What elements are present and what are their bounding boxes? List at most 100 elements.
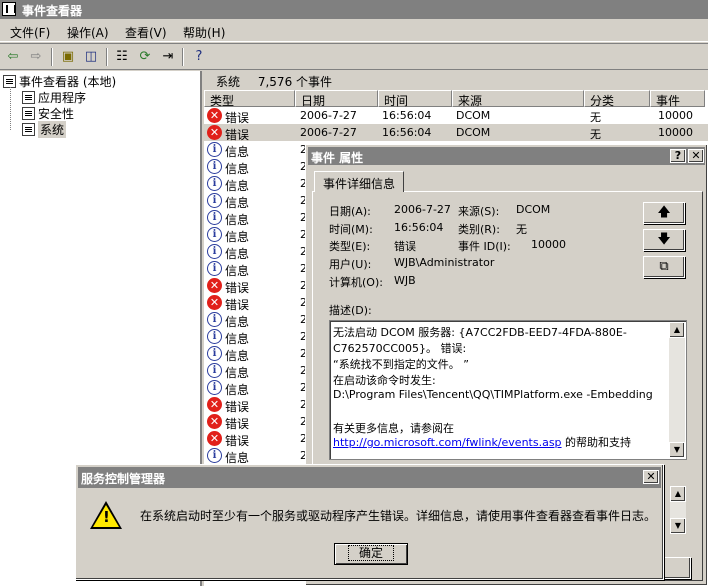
date-label: 日期(A):: [329, 205, 371, 218]
tree-root-label: 事件查看器 (本地): [19, 75, 117, 89]
show-hide-tree-icon[interactable]: ◫: [81, 46, 101, 66]
info-icon: i: [207, 448, 222, 463]
cell-time: 16:56:04: [382, 126, 432, 139]
toolbar: ⇦ ⇨ ▣ ◫ ☷ ⟳ ⇥ ?: [0, 43, 708, 70]
info-icon: i: [207, 363, 222, 378]
log-icon: [22, 91, 35, 104]
computer-label: 计算机(O):: [329, 276, 383, 289]
log-icon: [22, 123, 35, 136]
scroll-up-icon[interactable]: ▲: [669, 322, 685, 338]
info-icon: i: [207, 244, 222, 259]
table-row[interactable]: ✕ 错误 2006-7-27 16:56:04 DCOM 无 10000: [204, 107, 708, 125]
event-id-label: 事件 ID(I):: [458, 240, 511, 253]
tree-item-security[interactable]: 安全性: [22, 105, 74, 122]
column-header-category[interactable]: 分类: [584, 90, 650, 108]
help-icon[interactable]: ?: [189, 46, 209, 66]
info-icon: i: [207, 176, 222, 191]
computer-value: WJB: [394, 274, 416, 287]
menu-bar: 文件(F) 操作(A) 查看(V) 帮助(H): [0, 20, 708, 42]
category-value: 无: [516, 223, 527, 236]
user-value: WJB\Administrator: [394, 256, 495, 269]
column-header-date[interactable]: 日期: [295, 90, 378, 108]
dialog-close-button[interactable]: ✕: [688, 149, 704, 163]
log-icon: [22, 107, 35, 120]
description-link-line: http://go.microsoft.com/fwlink/events.as…: [333, 434, 631, 450]
menu-view[interactable]: 查看(V): [121, 23, 171, 42]
info-icon: i: [207, 329, 222, 344]
description-box[interactable]: 无法启动 DCOM 服务器: {A7CC2FDB-EED7-4FDA-880E-…: [329, 320, 687, 460]
error-icon: ✕: [207, 414, 222, 429]
menu-file[interactable]: 文件(F): [6, 23, 54, 42]
cell-event: 10000: [658, 126, 693, 139]
data-scrollbar[interactable]: ▲ ▼: [670, 486, 686, 534]
tab-event-details[interactable]: 事件详细信息: [314, 171, 404, 192]
description-line: C762570CC005}。 错误:: [333, 342, 467, 355]
copy-event-button[interactable]: ⧉: [643, 256, 685, 278]
description-line: 无法启动 DCOM 服务器: {A7CC2FDB-EED7-4FDA-880E-: [333, 326, 627, 339]
type-value: 错误: [394, 240, 416, 253]
forward-icon[interactable]: ⇨: [26, 46, 46, 66]
info-icon: i: [207, 346, 222, 361]
export-icon[interactable]: ⇥: [158, 46, 178, 66]
pane-log-name: 系统: [216, 75, 241, 89]
previous-event-button[interactable]: 🡅: [643, 202, 685, 224]
pane-event-count: 7,576 个事件: [257, 75, 333, 89]
error-icon: ✕: [207, 125, 222, 140]
source-value: DCOM: [516, 203, 551, 216]
description-line: 在启动该命令时发生:: [333, 374, 436, 387]
scroll-down-icon[interactable]: ▼: [670, 518, 686, 534]
event-id-value: 10000: [531, 238, 566, 251]
cell-source: DCOM: [456, 109, 491, 122]
menu-action[interactable]: 操作(A): [63, 23, 113, 42]
up-folder-icon[interactable]: ▣: [58, 46, 78, 66]
category-label: 类别(R):: [458, 223, 500, 236]
info-icon: i: [207, 159, 222, 174]
type-label: 类型(E):: [329, 240, 371, 253]
info-icon: i: [207, 312, 222, 327]
tree-item-application[interactable]: 应用程序: [22, 89, 86, 106]
help-link[interactable]: http://go.microsoft.com/fwlink/events.as…: [333, 436, 562, 449]
column-header-event[interactable]: 事件: [650, 90, 705, 108]
description-line: “系统找不到指定的文件。 ”: [333, 358, 469, 371]
toolbar-separator: [182, 48, 184, 66]
info-icon: i: [207, 210, 222, 225]
cell-date: 2006-7-27: [300, 126, 357, 139]
menu-help[interactable]: 帮助(H): [179, 23, 229, 42]
scroll-down-icon[interactable]: ▼: [669, 442, 685, 458]
table-row[interactable]: ✕ 错误 2006-7-27 16:56:04 DCOM 无 10000: [204, 124, 708, 142]
cell-category: 无: [590, 111, 601, 124]
description-line: D:\Program Files\Tencent\QQ\TIMPlatform.…: [333, 388, 653, 401]
cell-time: 16:56:04: [382, 109, 432, 122]
refresh-icon[interactable]: ⟳: [135, 46, 155, 66]
dialog-title-bar: 事件 属性 ? ✕: [308, 147, 705, 165]
error-icon: ✕: [207, 431, 222, 446]
tree-item-label: 应用程序: [38, 91, 87, 105]
error-icon: ✕: [207, 397, 222, 412]
description-scrollbar[interactable]: ▲ ▼: [669, 322, 685, 458]
event-viewer-app-icon: [2, 2, 16, 16]
window-title: 事件查看器: [22, 4, 83, 18]
properties-icon[interactable]: ☷: [112, 46, 132, 66]
user-label: 用户(U):: [329, 258, 372, 271]
scm-title-bar: 服务控制管理器 ✕: [78, 467, 661, 488]
scm-ok-button[interactable]: 确定: [334, 543, 408, 565]
scm-ok-label: 确定: [347, 545, 394, 561]
info-icon: i: [207, 227, 222, 242]
column-header-source[interactable]: 来源: [452, 90, 584, 108]
tree-item-label: 安全性: [38, 107, 75, 121]
scroll-up-icon[interactable]: ▲: [670, 486, 686, 502]
column-header-time[interactable]: 时间: [378, 90, 452, 108]
back-icon[interactable]: ⇦: [3, 46, 23, 66]
tree-item-system[interactable]: 系统: [22, 121, 67, 138]
column-header-type[interactable]: 类型: [204, 90, 295, 108]
time-value: 16:56:04: [394, 221, 444, 234]
tree-root[interactable]: 事件查看器 (本地): [3, 73, 116, 90]
info-icon: i: [207, 380, 222, 395]
next-event-button[interactable]: 🡇: [643, 229, 685, 251]
scm-close-button[interactable]: ✕: [643, 470, 659, 484]
dialog-help-button[interactable]: ?: [670, 149, 686, 163]
pane-header: 系统 7,576 个事件: [204, 71, 708, 90]
info-icon: i: [207, 142, 222, 157]
error-icon: ✕: [207, 278, 222, 293]
service-control-manager-dialog: 服务控制管理器 ✕ ! 在系统启动时至少有一个服务或驱动程序产生错误。详细信息，…: [75, 464, 664, 580]
